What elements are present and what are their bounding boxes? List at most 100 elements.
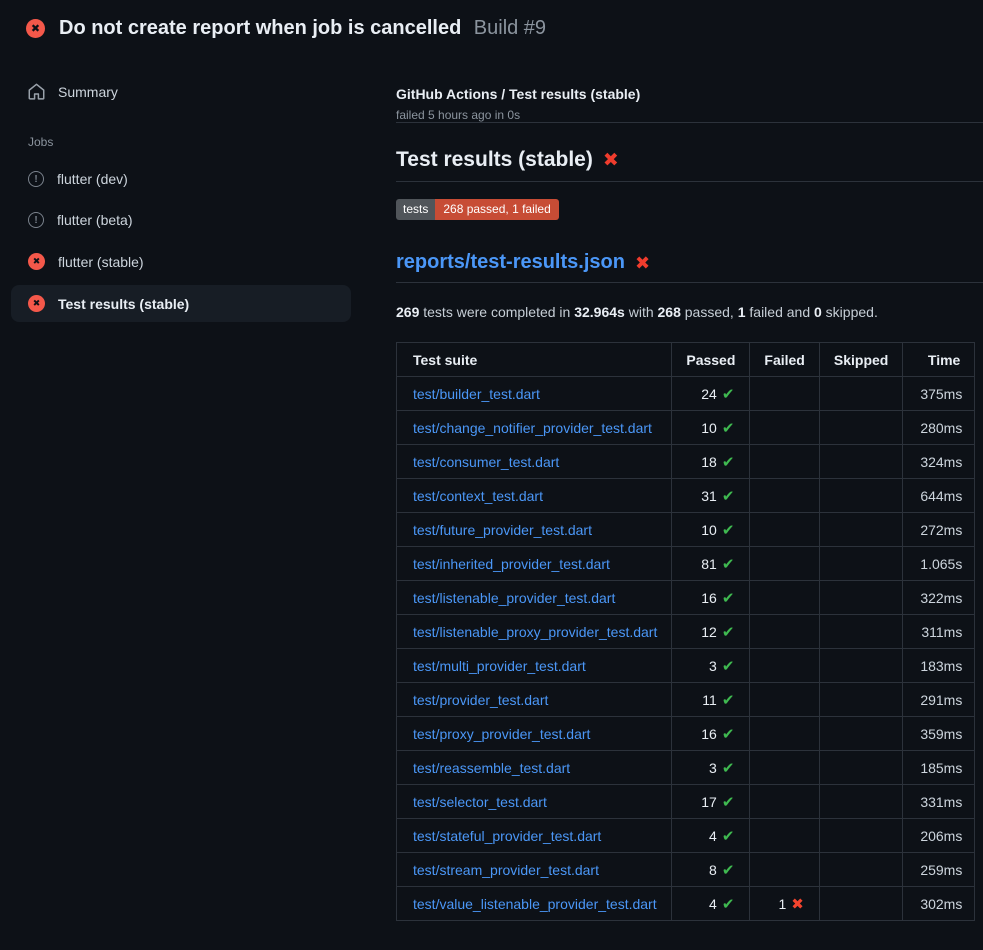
check-icon: ✔ <box>722 556 735 573</box>
time-cell: 331ms <box>903 785 975 819</box>
build-number: Build #9 <box>474 17 546 39</box>
failed-cell: ✖ <box>750 581 819 615</box>
test-suite-link[interactable]: test/listenable_provider_test.dart <box>413 590 615 606</box>
skipped-cell <box>819 649 902 683</box>
suite-cell: test/listenable_proxy_provider_test.dart <box>397 615 672 649</box>
test-suite-link[interactable]: test/value_listenable_provider_test.dart <box>413 896 657 912</box>
time-cell: 302ms <box>903 887 975 921</box>
jobs-section-label: Jobs <box>28 135 351 149</box>
suite-cell: test/context_test.dart <box>397 479 672 513</box>
table-row: test/provider_test.dart 11✔ ✖ 291ms <box>397 683 975 717</box>
skipped-cell <box>819 581 902 615</box>
check-icon: ✔ <box>722 658 735 675</box>
skipped-cell <box>819 717 902 751</box>
divider <box>396 122 983 123</box>
failed-cell: ✖ <box>750 377 819 411</box>
col-time: Time <box>903 343 975 377</box>
time-cell: 206ms <box>903 819 975 853</box>
test-suite-link[interactable]: test/inherited_provider_test.dart <box>413 556 610 572</box>
test-suite-link[interactable]: test/change_notifier_provider_test.dart <box>413 420 652 436</box>
test-suite-link[interactable]: test/selector_test.dart <box>413 794 547 810</box>
sidebar-job-item[interactable]: ! ✖ Test results (stable) <box>11 285 351 322</box>
test-suite-link[interactable]: test/proxy_provider_test.dart <box>413 726 590 742</box>
report-heading: reports/test-results.json ✖ <box>396 251 983 283</box>
time-cell: 272ms <box>903 513 975 547</box>
report-file-link[interactable]: reports/test-results.json <box>396 251 625 274</box>
failed-cell: ✖ <box>750 615 819 649</box>
test-suite-link[interactable]: test/stateful_provider_test.dart <box>413 828 601 844</box>
table-row: test/future_provider_test.dart 10✔ ✖ 272… <box>397 513 975 547</box>
suite-cell: test/future_provider_test.dart <box>397 513 672 547</box>
passed-cell: 3✔ <box>672 649 750 683</box>
test-suite-link[interactable]: test/future_provider_test.dart <box>413 522 592 538</box>
badge-value: 268 passed, 1 failed <box>435 199 558 220</box>
check-icon: ✔ <box>722 726 735 743</box>
failed-cell: ✖ <box>750 819 819 853</box>
suite-cell: test/proxy_provider_test.dart <box>397 717 672 751</box>
skipped-cell <box>819 615 902 649</box>
check-icon: ✔ <box>722 862 735 879</box>
suite-cell: test/stateful_provider_test.dart <box>397 819 672 853</box>
failed-cell: ✖ <box>750 785 819 819</box>
passed-cell: 4✔ <box>672 887 750 921</box>
sidebar-job-item[interactable]: ! ✖ flutter (dev) <box>11 161 351 197</box>
sidebar-job-item[interactable]: ! ✖ flutter (beta) <box>11 202 351 238</box>
passed-cell: 16✔ <box>672 717 750 751</box>
table-row: test/consumer_test.dart 18✔ ✖ 324ms <box>397 445 975 479</box>
col-passed: Passed <box>672 343 750 377</box>
test-suite-link[interactable]: test/consumer_test.dart <box>413 454 559 470</box>
test-results-table: Test suite Passed Failed Skipped Time te… <box>396 342 975 921</box>
passed-cell: 16✔ <box>672 581 750 615</box>
suite-cell: test/reassemble_test.dart <box>397 751 672 785</box>
col-failed: Failed <box>750 343 819 377</box>
check-icon: ✔ <box>722 896 735 913</box>
check-icon: ✔ <box>722 454 735 471</box>
table-row: test/builder_test.dart 24✔ ✖ 375ms <box>397 377 975 411</box>
table-row: test/reassemble_test.dart 3✔ ✖ 185ms <box>397 751 975 785</box>
test-suite-link[interactable]: test/provider_test.dart <box>413 692 548 708</box>
skipped-cell <box>819 445 902 479</box>
suite-cell: test/multi_provider_test.dart <box>397 649 672 683</box>
time-cell: 291ms <box>903 683 975 717</box>
test-suite-link[interactable]: test/reassemble_test.dart <box>413 760 570 776</box>
job-label: flutter (stable) <box>58 254 144 270</box>
failed-cell: ✖ <box>750 751 819 785</box>
passed-cell: 24✔ <box>672 377 750 411</box>
test-suite-link[interactable]: test/multi_provider_test.dart <box>413 658 586 674</box>
job-label: Test results (stable) <box>58 296 189 312</box>
skipped-cell <box>819 785 902 819</box>
time-cell: 185ms <box>903 751 975 785</box>
summary-fragment: tests were completed in <box>419 304 574 320</box>
test-suite-link[interactable]: test/builder_test.dart <box>413 386 540 402</box>
skipped-cell <box>819 683 902 717</box>
x-icon: ✖ <box>791 896 804 913</box>
skipped-cell <box>819 819 902 853</box>
time-cell: 359ms <box>903 717 975 751</box>
col-test-suite: Test suite <box>397 343 672 377</box>
passed-cell: 10✔ <box>672 411 750 445</box>
suite-cell: test/selector_test.dart <box>397 785 672 819</box>
check-icon: ✔ <box>722 794 735 811</box>
table-row: test/context_test.dart 31✔ ✖ 644ms <box>397 479 975 513</box>
time-cell: 311ms <box>903 615 975 649</box>
sidebar-item-summary[interactable]: Summary <box>11 74 351 109</box>
test-suite-link[interactable]: test/context_test.dart <box>413 488 543 504</box>
run-title: Do not create report when job is cancell… <box>59 17 461 39</box>
summary-fragment: with <box>625 304 658 320</box>
sidebar-summary-label: Summary <box>58 84 118 100</box>
table-row: test/listenable_provider_test.dart 16✔ ✖… <box>397 581 975 615</box>
home-icon <box>28 83 45 100</box>
passed-cell: 11✔ <box>672 683 750 717</box>
test-suite-link[interactable]: test/listenable_proxy_provider_test.dart <box>413 624 657 640</box>
sidebar-job-item[interactable]: ! ✖ flutter (stable) <box>11 243 351 280</box>
check-icon: ✔ <box>722 386 735 403</box>
jobs-list: ! ✖ flutter (dev) ! ✖ flutter (beta) ! ✖… <box>11 161 351 322</box>
passed-cell: 4✔ <box>672 819 750 853</box>
passed-cell: 31✔ <box>672 479 750 513</box>
failed-x-icon: ✖ <box>635 254 650 272</box>
suite-cell: test/value_listenable_provider_test.dart <box>397 887 672 921</box>
test-suite-link[interactable]: test/stream_provider_test.dart <box>413 862 599 878</box>
suite-cell: test/change_notifier_provider_test.dart <box>397 411 672 445</box>
check-icon: ✔ <box>722 590 735 607</box>
table-header-row: Test suite Passed Failed Skipped Time <box>397 343 975 377</box>
